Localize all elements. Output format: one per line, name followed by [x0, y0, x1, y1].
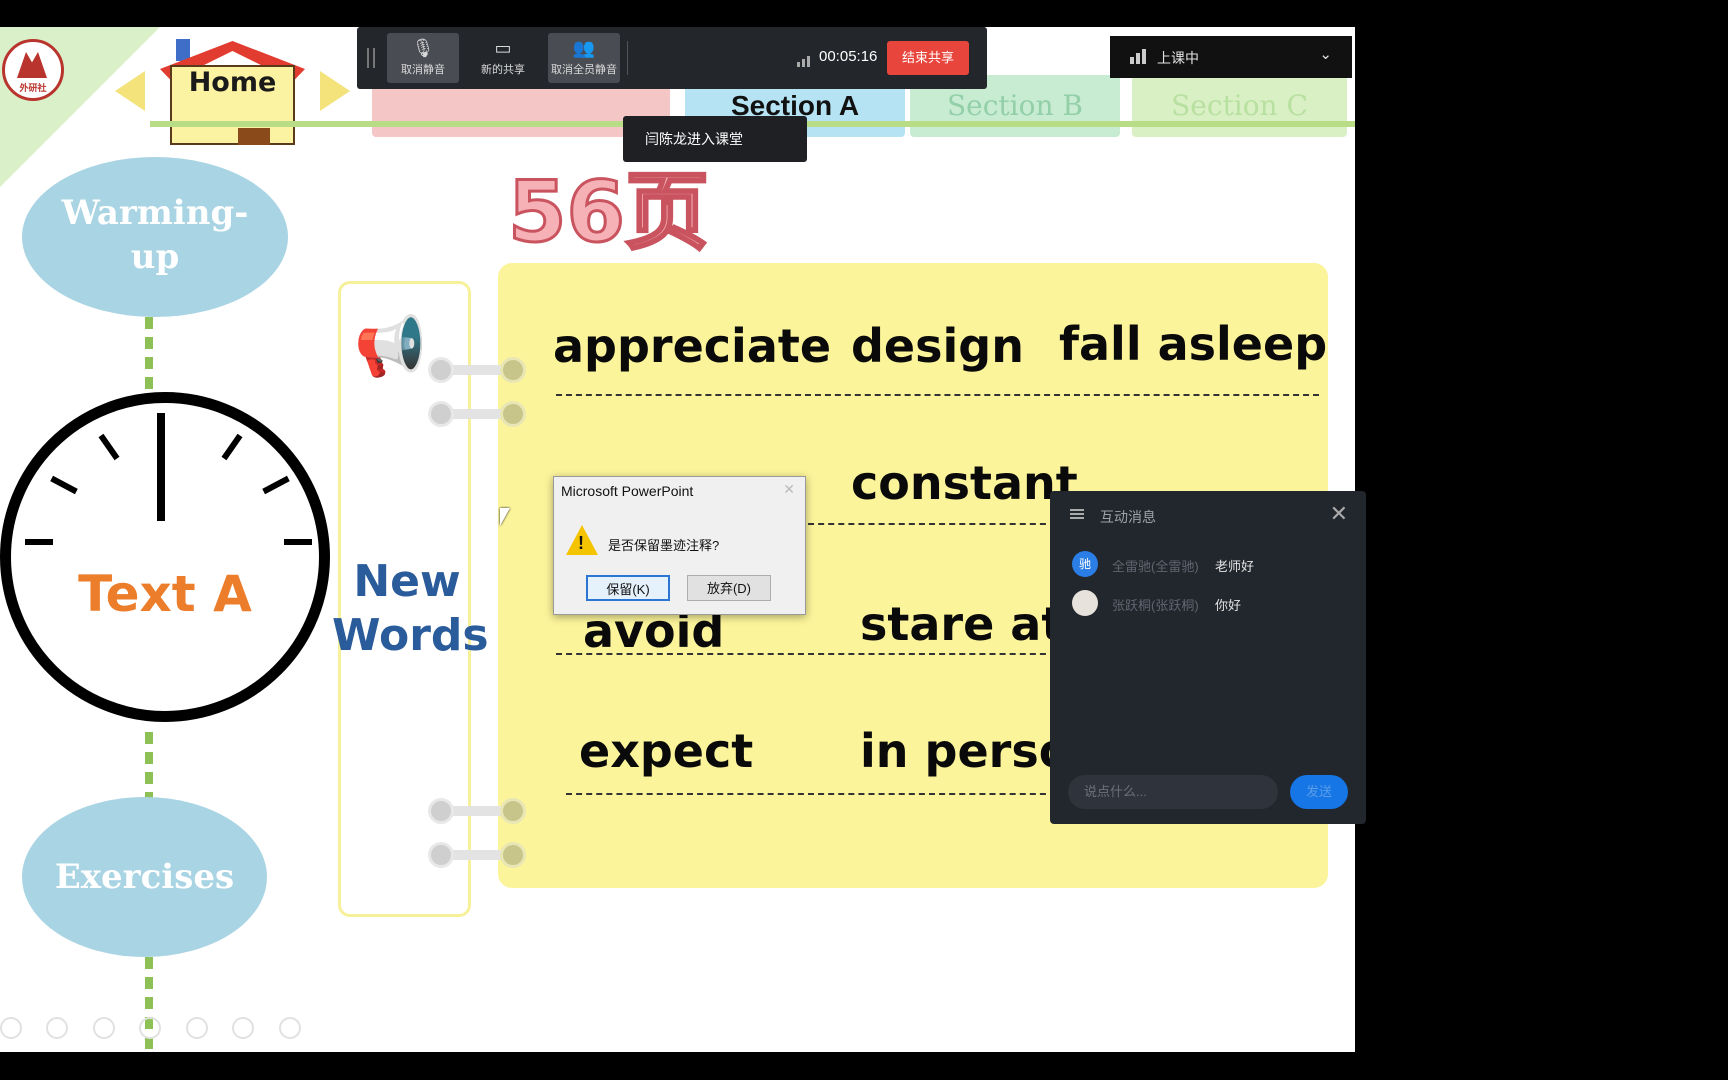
avatar	[1072, 590, 1098, 616]
close-icon[interactable]: ✕	[1330, 501, 1348, 527]
word-stare-at[interactable]: stare at	[860, 597, 1063, 651]
join-notification: 闫陈龙进入课堂	[623, 116, 807, 162]
binder-ring	[428, 798, 528, 824]
word-line	[556, 653, 1056, 655]
word-design[interactable]: design	[851, 319, 1024, 373]
house-chimney	[176, 39, 190, 61]
word-in-person[interactable]: in perso	[860, 724, 1070, 778]
tab-section-c[interactable]: Section C	[1132, 75, 1347, 137]
class-status-label: 上课中	[1157, 50, 1199, 66]
house-door	[238, 128, 270, 145]
next-arrow-icon[interactable]	[320, 71, 350, 111]
previous-arrow-icon[interactable]	[115, 71, 145, 111]
powerpoint-dialog: Microsoft PowerPoint ✕ ! 是否保留墨迹注释? 保留(K)…	[553, 476, 806, 615]
new-share-button[interactable]: ▭ 新的共享	[467, 33, 539, 83]
toolbar-divider	[627, 41, 628, 75]
new-share-label: 新的共享	[481, 64, 525, 76]
text-a-label: Text A	[78, 565, 252, 623]
dialog-title: Microsoft PowerPoint	[561, 483, 694, 499]
text-a-clock[interactable]	[0, 392, 330, 722]
chat-text: 你好	[1215, 598, 1242, 613]
unmute-all-button[interactable]: 👥 取消全员静音	[548, 33, 620, 83]
close-icon[interactable]: ✕	[783, 481, 795, 498]
word-line	[556, 394, 1319, 396]
binder-ring	[428, 357, 528, 383]
drag-handle[interactable]	[367, 48, 375, 68]
binder-ring	[428, 401, 528, 427]
zoom-icon[interactable]	[185, 1017, 208, 1039]
chat-title: 互动消息	[1100, 509, 1156, 525]
grid-icon[interactable]	[139, 1017, 162, 1039]
dialog-message: 是否保留墨迹注释?	[608, 538, 720, 553]
word-constant[interactable]: constant	[851, 456, 1078, 510]
warmup-button[interactable]: Warming- up	[22, 157, 288, 317]
chat-panel: 互动消息 ✕ 驰 全雷驰(全雷驰) 老师好 张跃桐(张跃桐) 你好 说点什么..…	[1050, 491, 1366, 824]
clock-tick	[98, 433, 120, 461]
chevron-down-icon: ⌄	[1319, 46, 1332, 63]
unmute-button[interactable]: 🎙 取消静音	[387, 33, 459, 83]
keep-button[interactable]: 保留(K)	[586, 575, 670, 601]
word-line	[566, 793, 1056, 795]
clock-tick	[221, 433, 243, 461]
discard-button[interactable]: 放弃(D)	[687, 575, 771, 601]
chat-text: 老师好	[1215, 559, 1255, 574]
megaphone-icon[interactable]: 📢	[354, 313, 426, 381]
word-expect[interactable]: expect	[579, 724, 753, 778]
more-icon[interactable]	[278, 1017, 301, 1039]
new-words-label: New Words	[332, 556, 489, 661]
publisher-logo: 外研社	[2, 39, 64, 101]
unmute-all-label: 取消全员静音	[551, 64, 617, 76]
session-timer: 00:05:16	[819, 48, 878, 65]
chat-sender: 张跃桐(张跃桐)	[1112, 598, 1199, 613]
signal-icon	[797, 54, 812, 72]
subtitle-icon[interactable]	[232, 1017, 255, 1039]
word-appreciate[interactable]: appreciate	[553, 319, 831, 373]
slideshow-controls	[0, 1017, 321, 1044]
chat-input[interactable]: 说点什么...	[1068, 775, 1278, 809]
share-screen-icon: ▭	[494, 38, 512, 58]
clock-tick	[262, 475, 290, 495]
class-status-dropdown[interactable]: 上课中 ⌄	[1110, 36, 1352, 78]
end-share-button[interactable]: 结束共享	[887, 41, 969, 75]
menu-icon[interactable]	[1070, 509, 1084, 519]
clock-tick	[50, 475, 78, 495]
word-fall-asleep[interactable]: fall asleep	[1059, 317, 1327, 371]
pen-icon[interactable]	[92, 1017, 115, 1039]
signal-icon	[1130, 49, 1148, 67]
logo-text: 外研社	[19, 83, 47, 93]
next-slide-icon[interactable]	[46, 1017, 69, 1039]
avatar: 驰	[1072, 551, 1098, 577]
microphone-icon: 🎙	[411, 38, 435, 58]
clock-tick	[25, 539, 53, 545]
chat-sender: 全雷驰(全雷驰)	[1112, 559, 1199, 574]
clock-tick	[284, 539, 312, 545]
home-label: Home	[188, 67, 277, 98]
binder-ring	[428, 842, 528, 868]
unmute-label: 取消静音	[401, 64, 445, 76]
clock-hand	[157, 413, 165, 521]
meeting-toolbar: 🎙 取消静音 ▭ 新的共享 👥 取消全员静音 00:05:16 结束共享	[357, 27, 987, 89]
mute-all-icon: 👥	[572, 38, 596, 58]
mouse-cursor-icon	[500, 508, 510, 526]
send-button[interactable]: 发送	[1290, 775, 1348, 809]
prev-slide-icon[interactable]	[0, 1017, 22, 1039]
exercises-button[interactable]: Exercises	[22, 797, 267, 957]
page-number: 56页	[507, 162, 711, 263]
connector-dash	[145, 732, 153, 802]
